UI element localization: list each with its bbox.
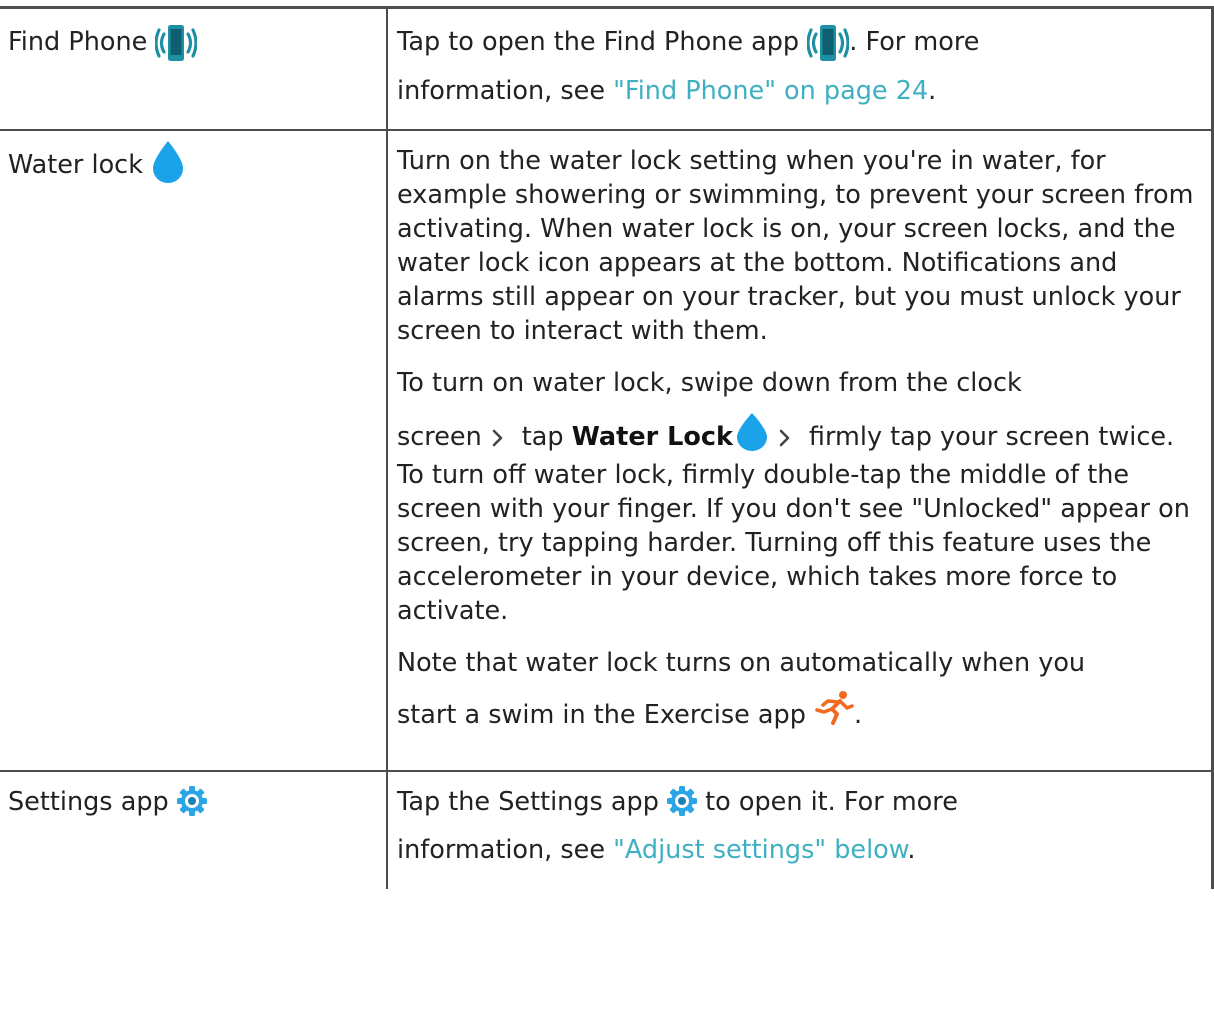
desc-text: To turn on water lock, swipe down from t… — [397, 368, 1022, 398]
desc-text: Tap to open the Find Phone app — [397, 27, 808, 57]
water-lock-instructions: To turn on water lock, swipe down from t… — [397, 366, 1205, 400]
desc-text: Tap the Settings app — [397, 787, 668, 817]
find-phone-link[interactable]: "Find Phone" on page 24 — [613, 76, 928, 106]
desc-text: firmly tap your — [808, 422, 998, 452]
gear-icon — [667, 786, 698, 816]
table-row: Water lock Turn on the water lock settin… — [0, 129, 1214, 772]
desc-text: . For more — [849, 27, 980, 57]
table-row: Find Phone Tap to open the Find Phone ap… — [0, 6, 1214, 131]
desc-text: Note that water lock turns on automatica… — [397, 648, 1086, 678]
desc-text: information, see — [397, 835, 614, 865]
row-label: Settings app — [8, 787, 177, 817]
phone-vibrate-icon — [155, 22, 198, 64]
runner-icon — [814, 690, 854, 726]
chevron-right-icon — [779, 429, 791, 447]
desc-text: . — [928, 76, 937, 106]
adjust-settings-link[interactable]: "Adjust settings" below — [613, 835, 907, 865]
water-lock-paragraph: Turn on the water lock setting when you'… — [397, 146, 1194, 346]
table-row: Settings app Tap the Settings app to ope… — [0, 770, 1214, 889]
water-lock-note-line2: start a swim in the Exercise app . — [397, 691, 1205, 734]
row-label-cell: Find Phone — [0, 6, 388, 131]
row-desc-cell: Tap to open the Find Phone app . For mor… — [386, 6, 1214, 131]
water-drop-icon — [735, 412, 769, 452]
water-lock-steps: screen tap Water Lock firmly tap your sc… — [397, 413, 1205, 628]
desc-text: tap — [521, 422, 572, 452]
desc-text: screen — [397, 422, 482, 452]
desc-text: information, see — [397, 76, 614, 106]
water-lock-label: Water Lock — [571, 422, 733, 452]
desc-text: . — [907, 835, 916, 865]
phone-vibrate-icon — [807, 22, 850, 64]
row-label-cell: Settings app — [0, 770, 388, 889]
row-desc-cell: Turn on the water lock setting when you'… — [386, 129, 1214, 772]
desc-text: start a swim in the Exercise app — [397, 700, 815, 730]
desc-text: to open it. For more — [697, 787, 958, 817]
feature-table: Find Phone Tap to open the Find Phone ap… — [0, 6, 1214, 889]
water-lock-note: Note that water lock turns on automatica… — [397, 646, 1205, 680]
chevron-right-icon — [492, 429, 504, 447]
desc-text: . — [854, 700, 863, 730]
desc-text: screen twice. To turn off water lock, fi… — [397, 422, 1190, 626]
row-label-cell: Water lock — [0, 129, 388, 772]
gear-icon — [176, 786, 207, 816]
row-desc-cell: Tap the Settings app to open it. For mor… — [386, 770, 1214, 889]
row-label: Find Phone — [8, 27, 148, 57]
water-drop-icon — [151, 140, 185, 184]
row-label: Water lock — [8, 150, 143, 180]
